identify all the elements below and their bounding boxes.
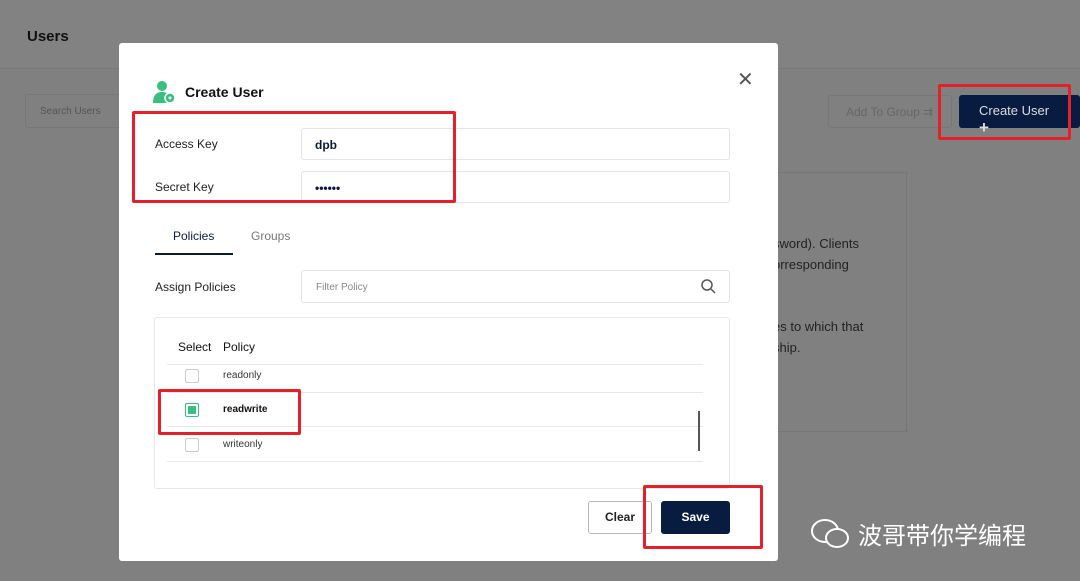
- tab-groups[interactable]: Groups: [251, 229, 290, 243]
- search-icon[interactable]: [700, 278, 716, 294]
- scrollbar[interactable]: [698, 411, 700, 451]
- assign-policies-label: Assign Policies: [155, 280, 236, 294]
- info-text: orresponding: [773, 257, 849, 272]
- add-to-group-label: Add To Group: [846, 105, 920, 119]
- tab-policies[interactable]: Policies: [173, 229, 214, 243]
- list-icon: ⇉: [923, 105, 934, 119]
- divider: [167, 364, 703, 365]
- info-card: sword). Clients orresponding es to which…: [760, 172, 907, 432]
- watermark: 波哥带你学编程: [810, 516, 1026, 551]
- policy-name: readonly: [223, 370, 262, 381]
- policy-name: writeonly: [223, 439, 263, 450]
- user-add-icon: [153, 81, 176, 104]
- close-icon[interactable]: ✕: [737, 67, 754, 92]
- watermark-text: 波哥带你学编程: [858, 523, 1026, 550]
- policy-checkbox[interactable]: [185, 438, 199, 452]
- add-to-group-button[interactable]: Add To Group ⇉: [828, 95, 952, 128]
- page-title: Users: [27, 28, 69, 45]
- filter-policy-input[interactable]: Filter Policy: [301, 270, 730, 303]
- info-text: es to which that: [773, 319, 864, 334]
- column-header: Select: [178, 340, 212, 354]
- divider: [167, 461, 703, 462]
- highlight-box: [132, 111, 456, 203]
- highlight-box: [938, 84, 1071, 140]
- dialog-title: Create User: [185, 84, 264, 100]
- wechat-logo-icon: [811, 518, 849, 548]
- highlight-box: [158, 389, 301, 435]
- highlight-box: [643, 485, 763, 549]
- column-header: Policy: [223, 340, 256, 354]
- info-text: sword). Clients: [773, 236, 859, 251]
- active-tab-indicator: [155, 253, 233, 255]
- policy-checkbox[interactable]: [185, 369, 199, 383]
